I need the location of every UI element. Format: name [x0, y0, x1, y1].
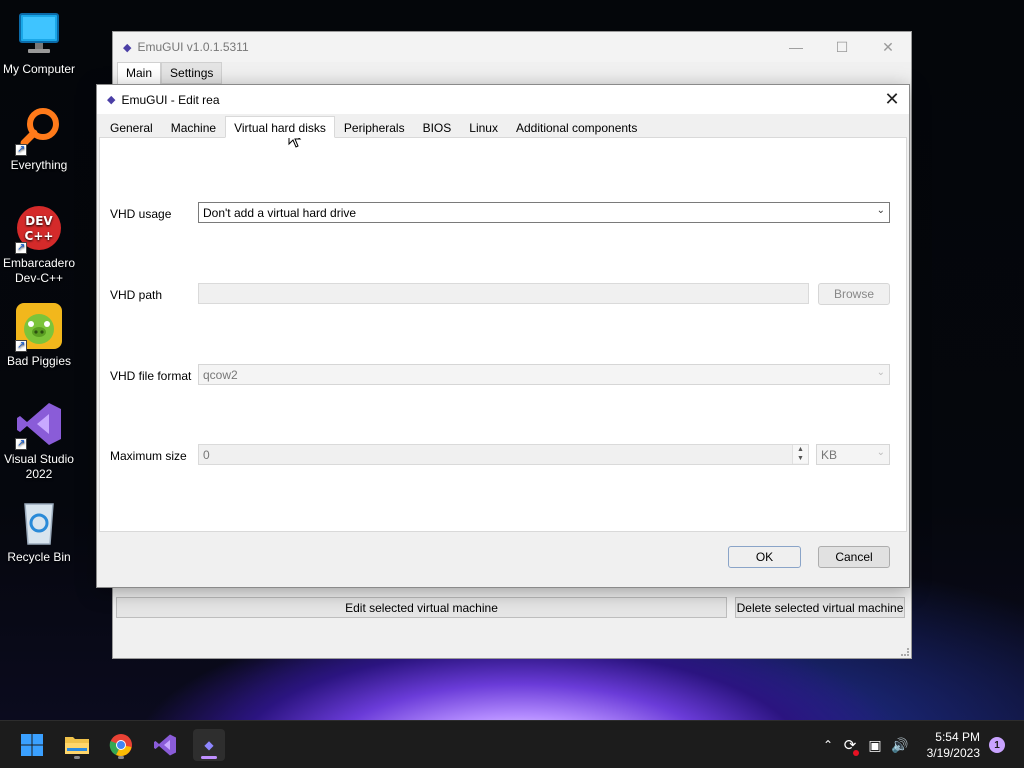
spin-up-icon[interactable]: ▲ — [793, 445, 808, 454]
dialog-title: EmuGUI - Edit rea — [121, 92, 220, 107]
desktop-icon-label: Embarcadero Dev-C++ — [2, 256, 76, 285]
bad-piggies-icon — [15, 302, 63, 353]
vhd-format-label: VHD file format — [110, 369, 192, 383]
notification-badge[interactable]: 1 — [989, 737, 1005, 753]
taskbar: ◆ ⌃ ⟳ ▣ 🔊 5:54 PM 3/19/2023 1 — [0, 720, 1024, 768]
chrome-icon[interactable] — [105, 729, 137, 761]
edit-vm-dialog: ◆ EmuGUI - Edit rea ✕ General Machine Vi… — [96, 84, 910, 588]
resize-grip-icon[interactable] — [901, 648, 909, 656]
desktop-icon-my-computer[interactable]: My Computer — [0, 10, 78, 77]
edit-vm-button[interactable]: Edit selected virtual machine — [116, 597, 727, 618]
dialog-titlebar: ◆ EmuGUI - Edit rea — [97, 85, 909, 114]
start-icon[interactable] — [16, 729, 48, 761]
file-explorer-icon[interactable] — [61, 729, 93, 761]
monitor-icon — [15, 10, 63, 58]
size-unit-value: KB — [821, 447, 838, 462]
vhd-usage-value: Don't add a virtual hard drive — [203, 205, 357, 220]
taskbar-clock[interactable]: 5:54 PM 3/19/2023 — [927, 729, 980, 761]
vhd-usage-label: VHD usage — [110, 207, 172, 221]
tab-bios[interactable]: BIOS — [413, 116, 461, 138]
chevron-down-icon: ⌄ — [876, 447, 885, 458]
desktop-icon-everything[interactable]: Everything — [0, 106, 78, 173]
shortcut-arrow-icon — [15, 338, 27, 353]
desktop-icon-devcpp[interactable]: DEVC++ Embarcadero Dev-C++ — [0, 204, 78, 286]
magnifier-icon — [15, 106, 63, 157]
tab-panel-virtual-hard-disks: VHD usage Don't add a virtual hard drive… — [99, 137, 907, 532]
tab-additional-components[interactable]: Additional components — [506, 116, 647, 138]
shortcut-arrow-icon — [15, 240, 27, 255]
devcpp-icon: DEV C++ — [15, 204, 63, 255]
svg-text:C++: C++ — [25, 229, 54, 243]
sync-icon[interactable]: ⟳ — [838, 736, 862, 756]
running-indicator — [118, 756, 124, 759]
spin-buttons: ▲ ▼ — [792, 445, 808, 464]
cancel-button[interactable]: Cancel — [818, 546, 890, 568]
tab-settings[interactable]: Settings — [161, 62, 223, 84]
recycle-bin-icon — [15, 498, 63, 546]
vhd-format-value: qcow2 — [203, 367, 238, 382]
max-size-spinbox[interactable]: 0 ▲ ▼ — [198, 444, 809, 465]
max-size-value: 0 — [203, 448, 210, 462]
clock-time: 5:54 PM — [935, 730, 980, 744]
tab-virtual-hard-disks[interactable]: Virtual hard disks — [225, 116, 335, 138]
shortcut-arrow-icon — [15, 436, 27, 451]
tab-main[interactable]: Main — [117, 62, 162, 84]
dialog-tabs: General Machine Virtual hard disks Perip… — [101, 116, 647, 138]
vhd-format-select[interactable]: qcow2 ⌄ — [198, 364, 890, 385]
main-menu: Main Settings — [113, 62, 911, 84]
desktop-icon-bad-piggies[interactable]: Bad Piggies — [0, 302, 78, 369]
desktop-icon-label: Everything — [10, 158, 68, 172]
app-diamond-icon: ◆ — [107, 94, 116, 106]
desktop-icon-visual-studio[interactable]: Visual Studio 2022 — [0, 400, 78, 482]
desktop-icon-label: My Computer — [2, 62, 76, 76]
browse-button[interactable]: Browse — [818, 283, 890, 305]
main-window-title: EmuGUI v1.0.1.5311 — [137, 40, 249, 54]
svg-text:DEV: DEV — [25, 214, 53, 228]
close-icon[interactable]: ✕ — [865, 32, 911, 62]
spin-down-icon[interactable]: ▼ — [793, 454, 808, 463]
desktop-icon-label: Recycle Bin — [7, 550, 71, 564]
vhd-usage-select[interactable]: Don't add a virtual hard drive ⌄ — [198, 202, 890, 223]
tab-linux[interactable]: Linux — [460, 116, 507, 138]
visual-studio-icon — [15, 400, 63, 451]
window-controls: — ☐ ✕ — [773, 32, 911, 62]
max-size-label: Maximum size — [110, 449, 187, 463]
running-indicator — [74, 756, 80, 759]
clock-date: 3/19/2023 — [926, 746, 980, 760]
visual-studio-taskbar-icon[interactable] — [149, 729, 181, 761]
shortcut-arrow-icon — [15, 142, 27, 157]
desktop-icon-recycle-bin[interactable]: Recycle Bin — [0, 498, 78, 565]
volume-icon[interactable]: 🔊 — [888, 737, 912, 754]
vhd-path-input[interactable] — [198, 283, 809, 304]
desktop-icon-label: Bad Piggies — [6, 354, 72, 368]
desktop-icon-label: Visual Studio 2022 — [4, 452, 74, 481]
app-diamond-icon: ◆ — [204, 738, 214, 752]
minimize-icon[interactable]: — — [773, 32, 819, 62]
tab-peripherals[interactable]: Peripherals — [334, 116, 414, 138]
close-icon[interactable]: ✕ — [881, 88, 903, 110]
app-diamond-icon: ◆ — [123, 41, 132, 54]
network-icon[interactable]: ▣ — [862, 737, 888, 754]
chevron-down-icon: ⌄ — [876, 367, 885, 378]
vhd-path-label: VHD path — [110, 288, 163, 302]
running-indicator — [201, 756, 217, 759]
maximize-icon[interactable]: ☐ — [819, 32, 865, 62]
chevron-up-icon[interactable]: ⌃ — [818, 738, 838, 752]
tab-machine[interactable]: Machine — [161, 116, 226, 138]
system-tray: ⌃ ⟳ ▣ 🔊 — [818, 721, 912, 768]
tab-general[interactable]: General — [101, 116, 162, 138]
ok-button[interactable]: OK — [728, 546, 801, 568]
delete-vm-button[interactable]: Delete selected virtual machine — [735, 597, 905, 618]
chevron-down-icon: ⌄ — [876, 205, 885, 216]
emugui-taskbar-icon[interactable]: ◆ — [193, 729, 225, 761]
size-unit-select[interactable]: KB ⌄ — [816, 444, 890, 465]
